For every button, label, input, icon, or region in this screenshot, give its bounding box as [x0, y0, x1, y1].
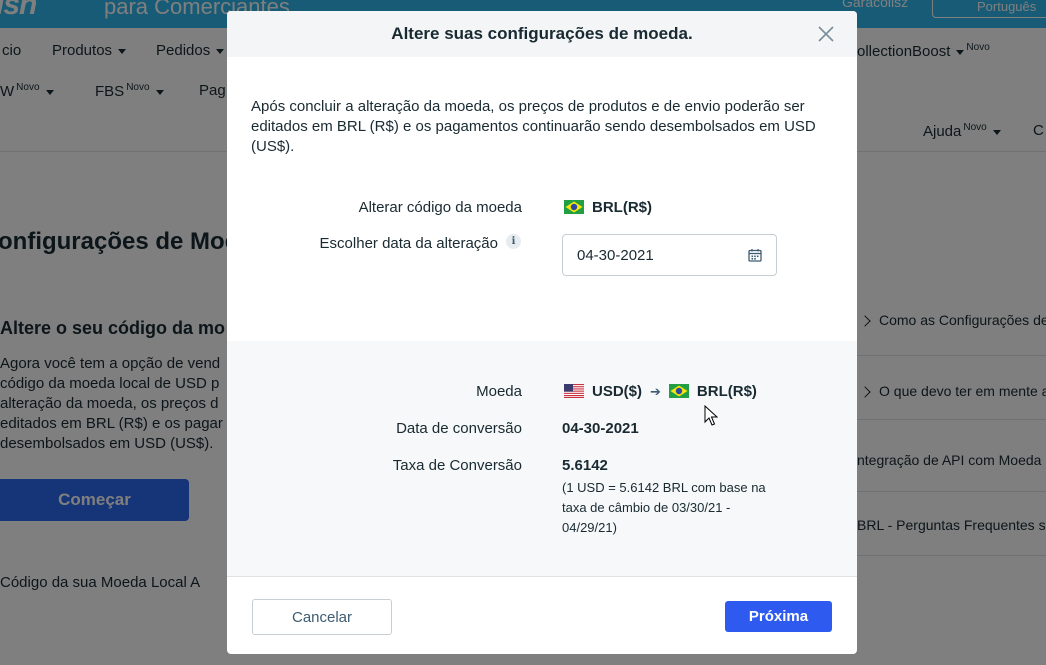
modal-header: Altere suas configurações de moeda. [227, 11, 857, 57]
change-code-text: BRL(R$) [592, 199, 652, 216]
currency-from-text: USD($) [592, 383, 643, 400]
close-icon[interactable] [817, 25, 835, 43]
cancel-button[interactable]: Cancelar [252, 599, 392, 635]
currency-settings-modal: Altere suas configurações de moeda. Após… [227, 11, 857, 654]
conversion-summary [227, 341, 857, 577]
brazil-flag-icon [668, 384, 689, 398]
calendar-icon[interactable] [748, 248, 762, 262]
currency-to-text: BRL(R$) [696, 383, 757, 400]
usa-flag-icon [564, 384, 584, 398]
conversion-date-value: 04-30-2021 [562, 420, 639, 437]
date-input[interactable] [577, 235, 737, 275]
conversion-rate-note: (1 USD = 5.6142 BRL com base na taxa de … [562, 480, 766, 535]
mouse-cursor-icon [704, 405, 718, 426]
conversion-date-label: Data de conversão [396, 420, 522, 437]
modal-title: Altere suas configurações de moeda. [391, 24, 693, 43]
change-code-label: Alterar código da moeda [358, 199, 522, 216]
modal-intro-text: Após concluir a alteração da moeda, os p… [251, 98, 816, 155]
arrow-right-icon: ➔ [650, 384, 661, 399]
change-code-value: BRL(R$) [564, 199, 652, 216]
brazil-flag-icon [564, 200, 584, 214]
conversion-rate-label: Taxa de Conversão [392, 457, 522, 474]
date-picker[interactable] [562, 234, 777, 276]
conversion-rate-value: 5.6142 [562, 457, 608, 474]
currency-label: Moeda [476, 383, 522, 400]
info-icon[interactable]: i [506, 234, 521, 249]
next-button[interactable]: Próxima [725, 601, 832, 632]
choose-date-label: Escolher data da alteração [319, 235, 498, 252]
currency-value: USD($) ➔ BRL(R$) [564, 383, 757, 400]
